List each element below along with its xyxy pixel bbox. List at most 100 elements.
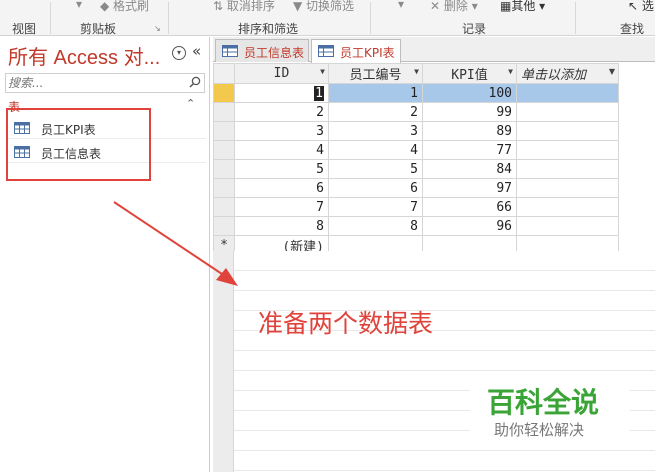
ribbon-separator: [168, 2, 169, 34]
collapse-pane-icon[interactable]: «: [192, 42, 201, 60]
cell-id[interactable]: 3: [234, 121, 329, 141]
column-header-label: ID: [273, 66, 290, 81]
cell-add[interactable]: [516, 197, 619, 217]
column-header-kpi[interactable]: KPI值 ▼: [422, 63, 517, 84]
toggle-filter-label: 切换筛选: [306, 0, 355, 13]
annotation-arrow: [113, 201, 238, 286]
nav-search-box: [5, 73, 205, 93]
format-painter-button[interactable]: ◆ 格式刷: [100, 0, 149, 14]
group-find: 查找: [620, 22, 645, 36]
format-painter-label: 格式刷: [113, 0, 150, 13]
cell-employee-no[interactable]: 6: [328, 178, 423, 198]
more-button[interactable]: ▦其他 ▾: [500, 0, 545, 14]
record-selector[interactable]: [213, 102, 235, 122]
document-tab-bar: 员工信息表 员工KPI表: [213, 37, 655, 63]
cell-kpi[interactable]: 89: [422, 121, 517, 141]
chevron-down-icon[interactable]: ▼: [609, 67, 615, 76]
search-icon[interactable]: [189, 76, 201, 88]
cell-id[interactable]: 4: [234, 140, 329, 160]
cell-kpi[interactable]: 97: [422, 178, 517, 198]
group-clipboard: 剪贴板: [80, 22, 117, 36]
group-records: 记录: [462, 22, 487, 36]
ribbon: ▾ ◆ 格式刷 ⇅ 取消排序 ▼ 切换筛选 ▾ ✕ 删除 ▾ ▦其他 ▾ ↖ 选…: [0, 0, 655, 36]
cell-add[interactable]: [516, 216, 619, 236]
column-header-add-field[interactable]: 单击以添加 ▼: [516, 63, 619, 84]
cell-kpi[interactable]: 96: [422, 216, 517, 236]
ribbon-separator: [575, 2, 576, 34]
table-row[interactable]: 2 2 99: [213, 102, 619, 122]
cell-add[interactable]: [516, 83, 619, 103]
cell-kpi[interactable]: 100: [422, 83, 517, 103]
cell-employee-no[interactable]: 8: [328, 216, 423, 236]
more-label: 其他: [511, 0, 536, 13]
cell-value: 1: [314, 85, 324, 101]
record-selector[interactable]: [213, 83, 235, 103]
group-sort-filter: 排序和筛选: [238, 22, 299, 36]
column-header-label: 单击以添加: [521, 68, 587, 83]
ribbon-separator: [370, 2, 371, 34]
search-input[interactable]: [8, 75, 183, 91]
column-header-id[interactable]: ID ▼: [234, 63, 329, 84]
chevron-down-icon[interactable]: ▼: [414, 67, 419, 76]
cell-id[interactable]: 2: [234, 102, 329, 122]
table-row[interactable]: 4 4 77: [213, 140, 619, 160]
cell-employee-no[interactable]: 7: [328, 197, 423, 217]
cell-id[interactable]: 1: [234, 83, 329, 103]
chevron-down-icon[interactable]: ▾: [398, 0, 404, 11]
table-row[interactable]: 8 8 96: [213, 216, 619, 236]
nav-pane-title[interactable]: 所有 Access 对...: [8, 41, 160, 70]
cell-kpi[interactable]: 84: [422, 159, 517, 179]
chevron-down-icon[interactable]: ▾: [76, 0, 82, 11]
annotation-text: 准备两个数据表: [258, 309, 434, 338]
chevron-down-icon[interactable]: ▼: [320, 67, 325, 76]
group-views: 视图: [12, 22, 37, 36]
cell-employee-no[interactable]: 1: [328, 83, 423, 103]
dialog-launcher-icon[interactable]: ↘: [154, 24, 161, 33]
cell-employee-no[interactable]: 3: [328, 121, 423, 141]
tab-label: 员工信息表: [244, 46, 305, 60]
tab-info-table[interactable]: 员工信息表: [215, 39, 309, 62]
watermark-subtitle: 助你轻松解决: [494, 421, 585, 439]
select-all-corner[interactable]: [213, 63, 235, 84]
nav-menu-dropdown-icon[interactable]: ▾: [172, 46, 186, 60]
tab-kpi-table[interactable]: 员工KPI表: [311, 39, 401, 63]
toggle-filter-button[interactable]: ▼ 切换筛选: [293, 0, 354, 14]
clear-sort-label: 取消排序: [226, 0, 275, 13]
table-row[interactable]: 1 1 100: [213, 83, 619, 103]
table-row[interactable]: 6 6 97: [213, 178, 619, 198]
select-button[interactable]: ↖ 选: [628, 0, 654, 14]
select-label: 选: [641, 0, 654, 13]
cell-add[interactable]: [516, 121, 619, 141]
column-header-label: 员工编号: [349, 68, 402, 83]
column-header-employee-no[interactable]: 员工编号 ▼: [328, 63, 423, 84]
delete-label: 删除: [443, 0, 468, 13]
record-selector[interactable]: [213, 159, 235, 179]
ribbon-separator: [50, 2, 51, 34]
clear-sort-button[interactable]: ⇅ 取消排序: [213, 0, 275, 14]
cell-kpi[interactable]: 66: [422, 197, 517, 217]
table-row[interactable]: 5 5 84: [213, 159, 619, 179]
table-icon: [222, 45, 238, 57]
delete-button[interactable]: ✕ 删除 ▾: [430, 0, 478, 14]
datasheet-grid: ID ▼ 员工编号 ▼ KPI值 ▼ 单击以添加 ▼ 1 1 100 2 2 99: [213, 63, 655, 256]
cell-kpi[interactable]: 99: [422, 102, 517, 122]
cell-add[interactable]: [516, 140, 619, 160]
cell-employee-no[interactable]: 2: [328, 102, 423, 122]
cell-add[interactable]: [516, 178, 619, 198]
watermark-title: 百科全说: [487, 386, 600, 419]
record-selector[interactable]: [213, 121, 235, 141]
highlight-box: [6, 108, 151, 181]
table-row[interactable]: 3 3 89: [213, 121, 619, 141]
cell-id[interactable]: 5: [234, 159, 329, 179]
chevron-down-icon[interactable]: ▼: [508, 67, 513, 76]
cell-add[interactable]: [516, 102, 619, 122]
column-header-label: KPI值: [451, 68, 488, 83]
cell-employee-no[interactable]: 5: [328, 159, 423, 179]
record-selector[interactable]: [213, 140, 235, 160]
cell-employee-no[interactable]: 4: [328, 140, 423, 160]
cell-kpi[interactable]: 77: [422, 140, 517, 160]
collapse-section-icon[interactable]: ⌃: [186, 97, 195, 110]
table-row[interactable]: 7 7 66: [213, 197, 619, 217]
cell-add[interactable]: [516, 159, 619, 179]
tab-label: 员工KPI表: [340, 46, 395, 60]
